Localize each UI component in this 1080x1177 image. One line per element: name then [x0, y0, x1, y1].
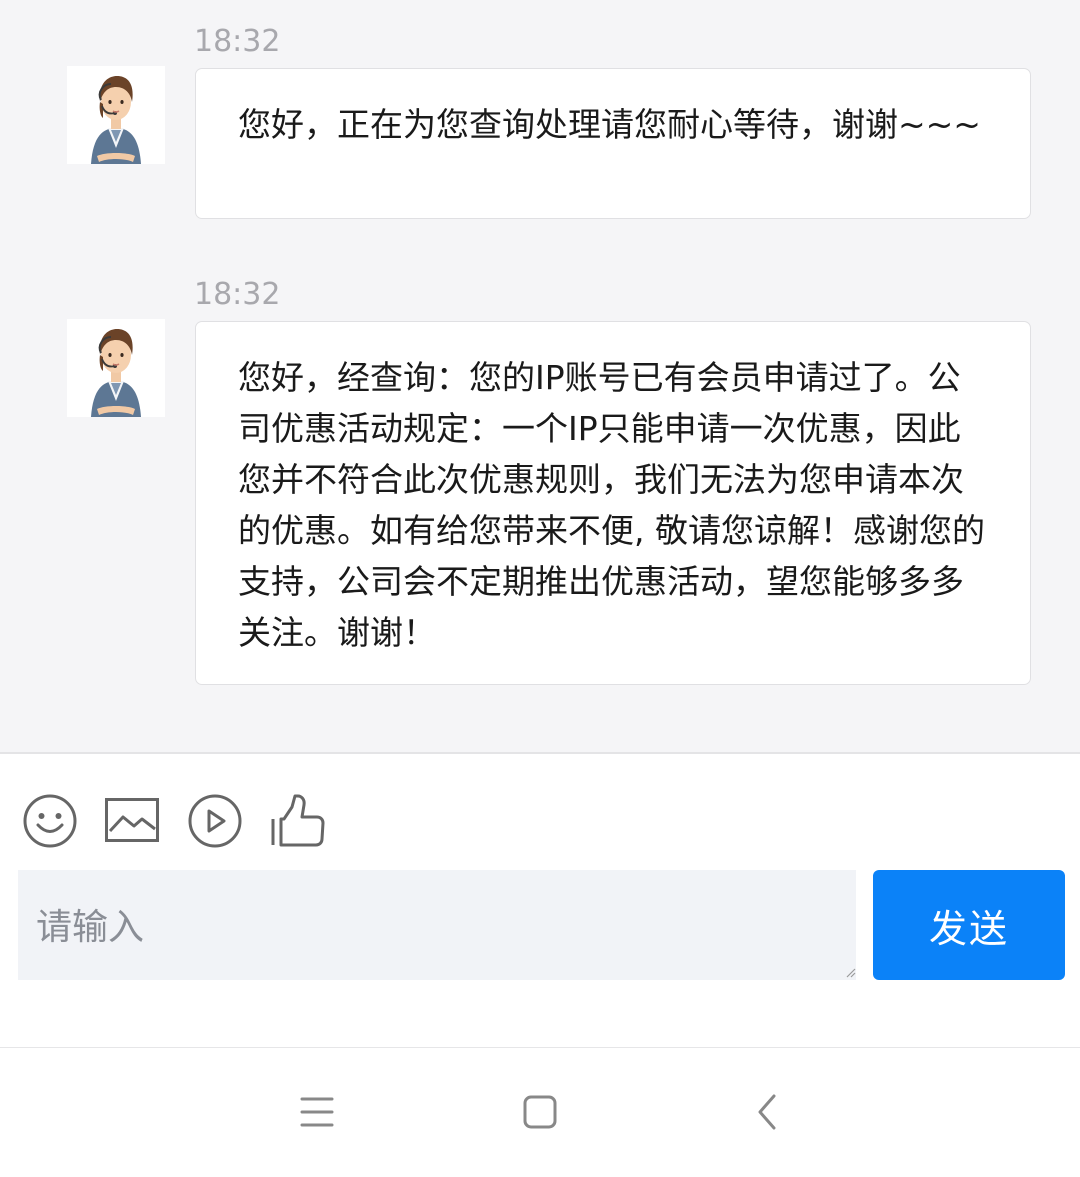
- menu-icon[interactable]: [297, 1092, 337, 1132]
- message-timestamp: 18:32: [194, 277, 281, 312]
- message-text: 您好，正在为您查询处理请您耐心等待，谢谢~~~: [238, 105, 981, 144]
- message-bubble: 您好，正在为您查询处理请您耐心等待，谢谢~~~: [195, 68, 1031, 219]
- home-icon[interactable]: [520, 1092, 560, 1132]
- thumbs-up-icon[interactable]: [270, 793, 326, 849]
- send-button[interactable]: 发送: [873, 870, 1065, 980]
- emoji-icon[interactable]: [22, 793, 78, 849]
- image-icon[interactable]: [104, 793, 160, 849]
- chat-message-list[interactable]: 18:32 您好，正在为您查询处理请您耐心等待，谢谢~~~ 18:32 您好，经…: [0, 0, 1080, 752]
- composer-divider: [0, 752, 1080, 754]
- agent-avatar: [67, 66, 165, 164]
- back-icon[interactable]: [748, 1092, 788, 1132]
- resize-grip-icon[interactable]: [844, 966, 856, 978]
- message-bubble: 您好，经查询：您的IP账号已有会员申请过了。公司优惠活动规定：一个IP只能申请一…: [195, 321, 1031, 685]
- video-icon[interactable]: [187, 793, 243, 849]
- agent-avatar: [67, 319, 165, 417]
- message-timestamp: 18:32: [194, 24, 281, 59]
- message-input[interactable]: [18, 870, 856, 980]
- message-text: 您好，经查询：您的IP账号已有会员申请过了。公司优惠活动规定：一个IP只能申请一…: [238, 358, 985, 652]
- navbar-divider: [0, 1047, 1080, 1048]
